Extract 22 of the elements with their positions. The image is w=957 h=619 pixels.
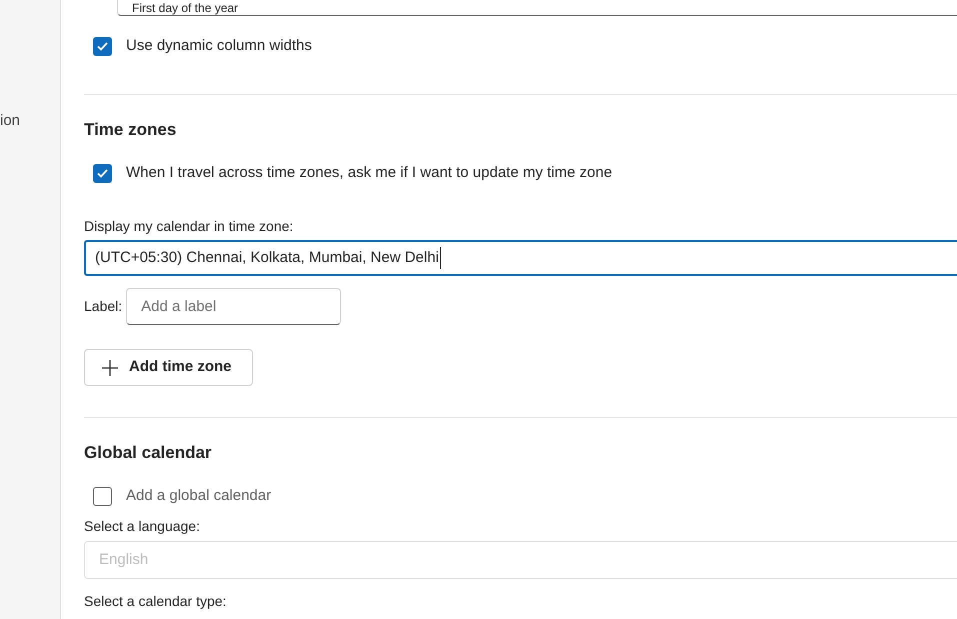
label-input[interactable]: Add a label xyxy=(126,288,342,325)
time-zone-field[interactable]: (UTC+05:30) Chennai, Kolkata, Mumbai, New Delhi xyxy=(84,240,957,276)
checkbox-label: Add a global calendar xyxy=(126,486,272,506)
checkbox[interactable] xyxy=(93,486,112,506)
checkmark-icon xyxy=(97,168,108,178)
plus-icon xyxy=(101,358,119,376)
field-label: Select a calendar type: xyxy=(84,592,228,609)
field-label: Select a language: xyxy=(84,517,201,534)
checkbox-label: Use dynamic column widths xyxy=(126,36,312,56)
field-value: First day of the year xyxy=(132,2,238,14)
section-title: Global calendar xyxy=(84,442,213,464)
checkbox-label: When I travel across time zones, ask me if I want to update my time zone xyxy=(126,162,612,183)
start-of-year-field[interactable]: First day of the year xyxy=(117,0,957,16)
checkbox[interactable] xyxy=(93,164,112,182)
sidebar-item[interactable]: ion xyxy=(0,110,60,130)
checkbox[interactable] xyxy=(93,36,112,56)
time-zone-value: (UTC+05:30) Chennai, Kolkata, Mumbai, New Delhi xyxy=(95,246,441,270)
add-time-zone-button[interactable]: Add time zone xyxy=(84,349,253,386)
checkmark-icon xyxy=(97,42,108,50)
label-caption: Label: xyxy=(84,297,122,316)
field-label: Display my calendar in time zone: xyxy=(84,217,294,234)
section-title: Time zones xyxy=(84,119,178,141)
